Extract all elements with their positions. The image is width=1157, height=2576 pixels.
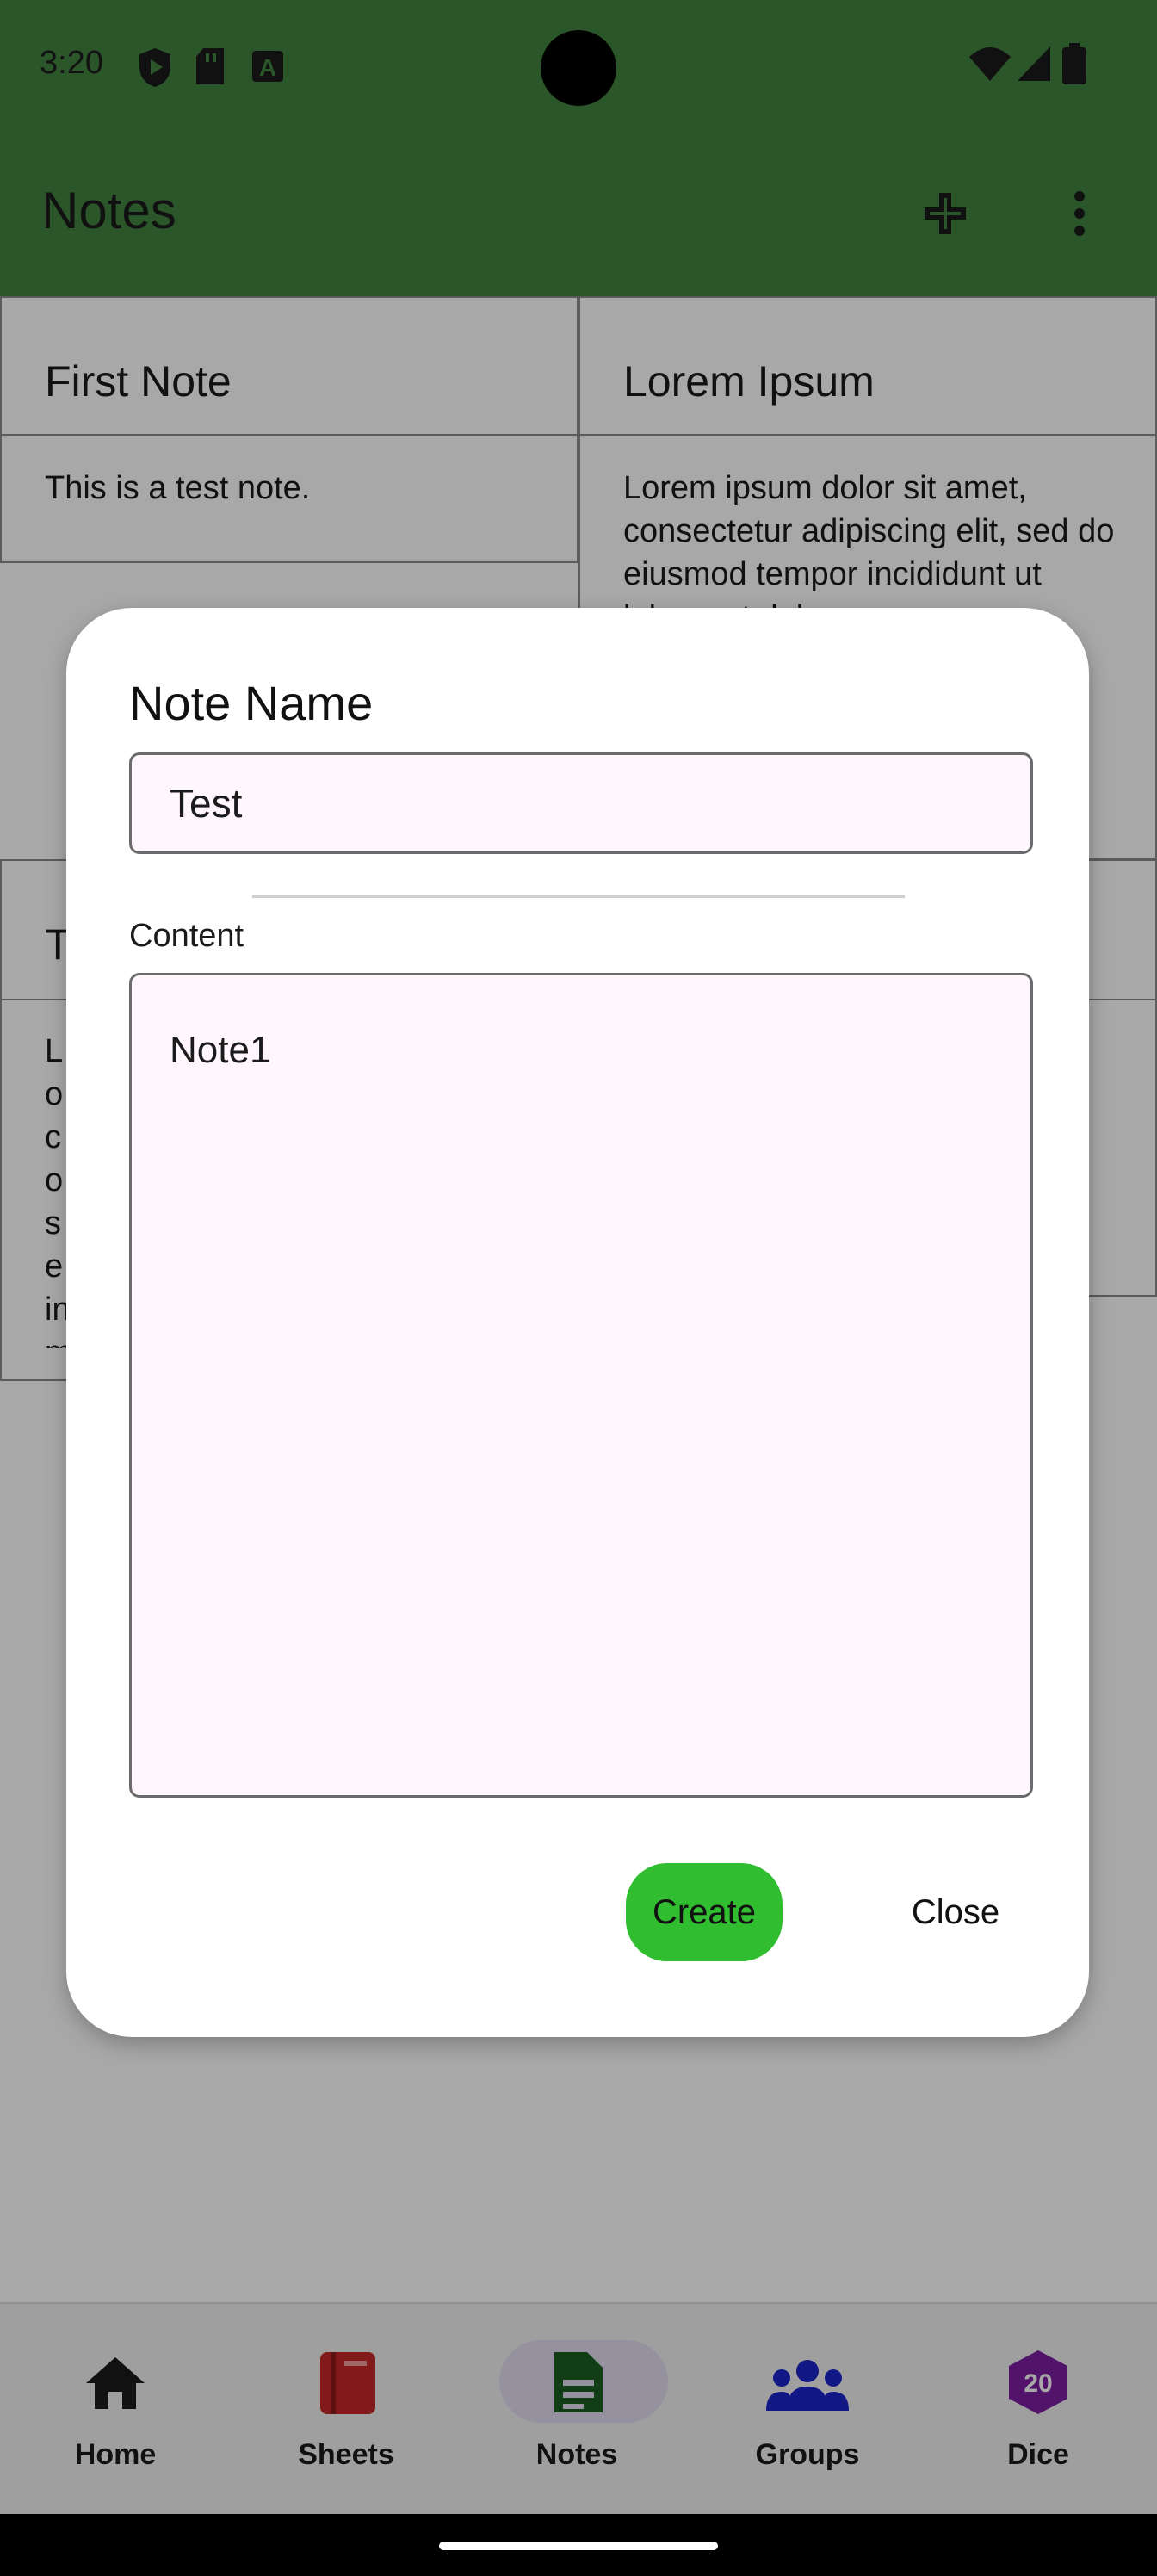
note-name-input[interactable]	[129, 752, 1033, 854]
dialog-title: Note Name	[129, 676, 374, 730]
content-label: Content	[129, 918, 244, 954]
note-content-textarea[interactable]: Note1	[129, 973, 1033, 1798]
create-button[interactable]: Create	[626, 1863, 783, 1961]
gesture-handle[interactable]	[439, 2542, 718, 2550]
close-button[interactable]: Close	[887, 1863, 1024, 1961]
dialog-divider	[252, 895, 905, 898]
